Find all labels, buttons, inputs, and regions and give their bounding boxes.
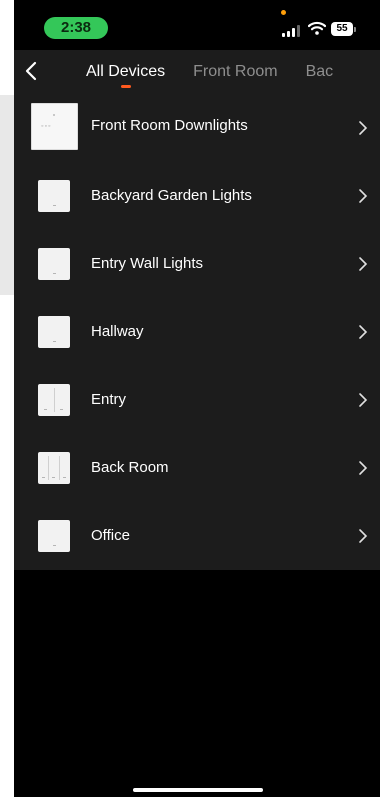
chevron-right-icon	[359, 529, 368, 543]
tab-back-room[interactable]: Bac	[306, 50, 334, 94]
device-name: Office	[91, 527, 130, 544]
edge-shade	[0, 95, 14, 295]
device-thumbnail	[38, 520, 70, 552]
device-name: Backyard Garden Lights	[91, 187, 252, 204]
chevron-right-icon	[359, 121, 368, 135]
device-name: Back Room	[91, 459, 169, 476]
chevron-right-icon	[359, 257, 368, 271]
privacy-indicator-dot	[281, 10, 286, 15]
device-thumbnail	[38, 452, 70, 484]
tab-all-devices[interactable]: All Devices	[86, 50, 165, 94]
device-list: ◦◦◦ Front Room Downlights Backyard Garde…	[14, 94, 380, 570]
home-indicator[interactable]	[133, 788, 263, 792]
status-time: 2:38	[44, 17, 108, 39]
chevron-right-icon	[359, 189, 368, 203]
device-thumbnail: ◦◦◦	[31, 103, 78, 150]
device-row[interactable]: Back Room	[14, 434, 380, 502]
device-thumbnail	[38, 316, 70, 348]
battery-icon: 55	[331, 22, 353, 36]
device-row[interactable]: Entry	[14, 366, 380, 434]
device-row[interactable]: Office	[14, 502, 380, 570]
battery-nub	[354, 27, 356, 32]
device-row[interactable]: ◦◦◦ Front Room Downlights	[14, 94, 380, 162]
device-row[interactable]: Backyard Garden Lights	[14, 162, 380, 230]
device-name: Entry Wall Lights	[91, 255, 203, 272]
left-edge	[0, 0, 14, 797]
wifi-icon	[308, 21, 326, 35]
device-name: Hallway	[91, 323, 144, 340]
device-thumbnail	[38, 384, 70, 416]
chevron-left-icon[interactable]	[20, 58, 44, 84]
chevron-right-icon	[359, 325, 368, 339]
device-thumbnail	[38, 180, 70, 212]
phone-screen: 2:38 55 All Devices Front Room Bac ◦◦◦ F…	[14, 0, 380, 797]
device-thumbnail	[38, 248, 70, 280]
device-row[interactable]: Hallway	[14, 298, 380, 366]
device-name: Entry	[91, 391, 127, 408]
status-bar: 2:38 55	[14, 0, 380, 50]
room-tabs: All Devices Front Room Bac	[86, 50, 356, 94]
signal-icon	[282, 25, 302, 37]
chevron-right-icon	[359, 393, 368, 407]
tab-front-room[interactable]: Front Room	[193, 50, 277, 94]
device-row[interactable]: Entry Wall Lights	[14, 230, 380, 298]
device-name: Front Room Downlights	[91, 117, 248, 134]
chevron-right-icon	[359, 461, 368, 475]
app-header: All Devices Front Room Bac	[14, 50, 380, 94]
